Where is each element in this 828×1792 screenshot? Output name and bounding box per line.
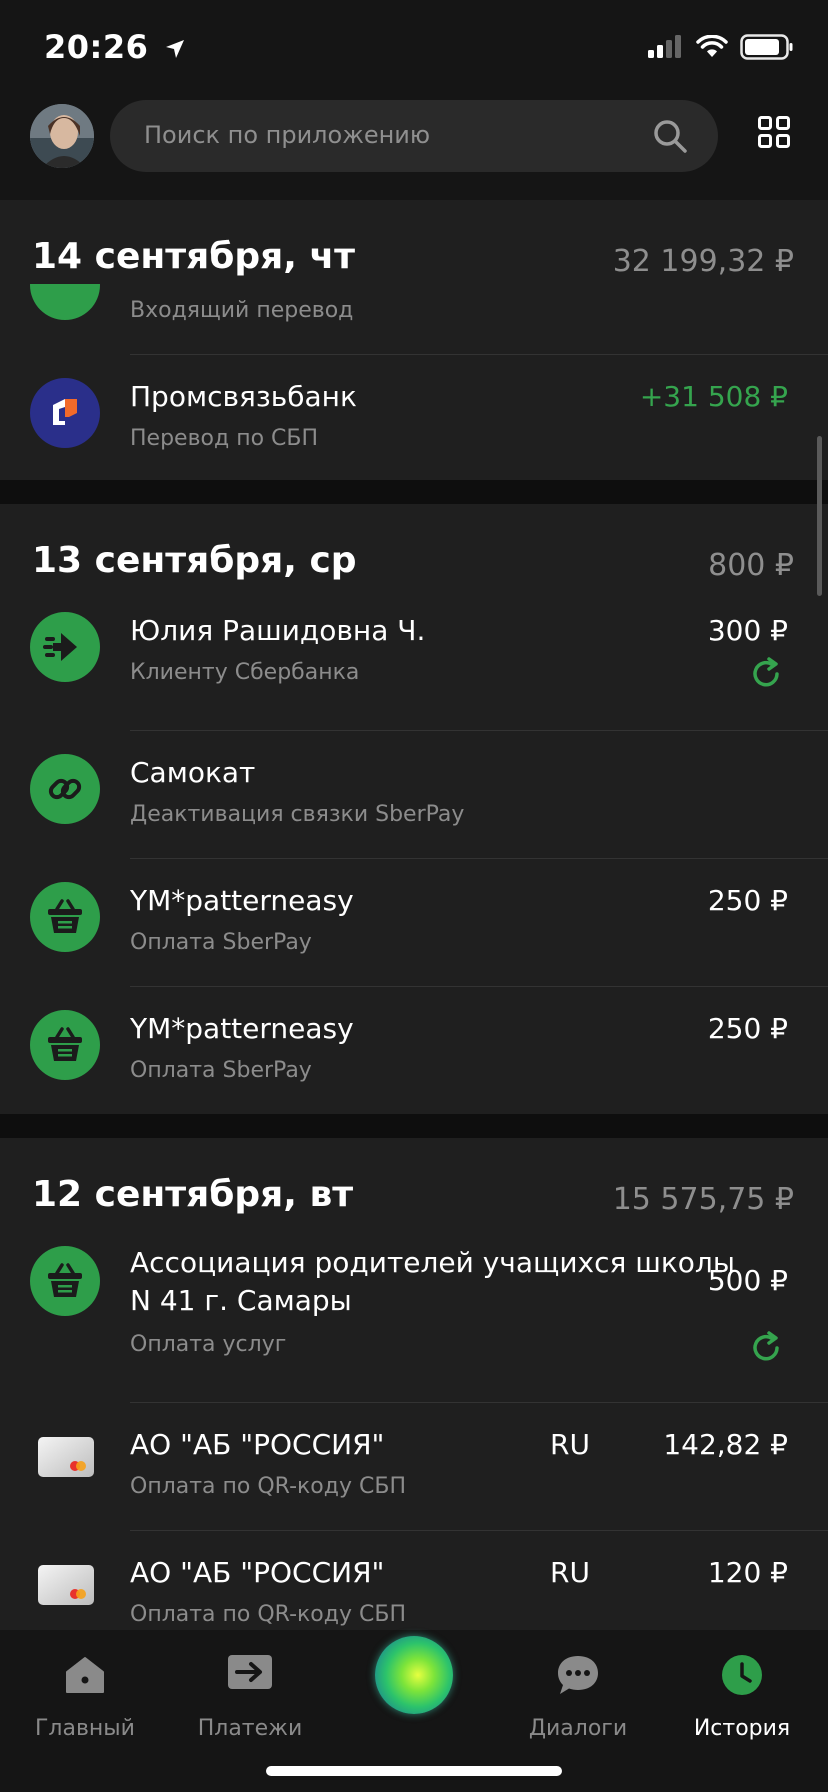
group-date: 12 сентября, вт xyxy=(32,1174,354,1215)
transaction-subtitle: Оплата по QR-коду СБП xyxy=(130,1602,406,1627)
transaction-row[interactable]: YM*patterneasy Оплата SberPay 250 ₽ xyxy=(0,986,828,1114)
transaction-amount: +31 508 ₽ xyxy=(639,380,788,413)
repeat-payment-icon[interactable] xyxy=(748,1330,784,1366)
transaction-row[interactable]: АО "АБ "РОССИЯ" RU Оплата по QR-коду СБП… xyxy=(0,1530,828,1630)
transaction-row[interactable]: Ассоциация родителей учащихся школы N 41… xyxy=(0,1236,828,1396)
transaction-amount: 500 ₽ xyxy=(707,1264,788,1297)
divider xyxy=(130,1402,828,1403)
transaction-amount: 250 ₽ xyxy=(707,884,788,917)
battery-icon xyxy=(740,34,793,60)
basket-icon xyxy=(30,1246,100,1316)
transaction-title: Юлия Рашидовна Ч. xyxy=(130,614,426,647)
repeat-payment-icon[interactable] xyxy=(748,656,784,692)
search-icon[interactable] xyxy=(652,118,688,154)
transaction-row[interactable]: Самокат Деактивация связки SberPay xyxy=(0,730,828,858)
transfer-arrow-icon xyxy=(30,612,100,682)
transaction-title: YM*patterneasy xyxy=(130,1012,354,1045)
tab-label: Главный xyxy=(35,1716,135,1741)
transaction-amount: 142,82 ₽ xyxy=(663,1428,788,1461)
search-input[interactable]: Поиск по приложению xyxy=(110,100,718,172)
country-code: RU xyxy=(550,1428,590,1461)
date-group: 13 сентября, ср 800 ₽ Юлия Рашидовна Ч. … xyxy=(0,504,828,1114)
cellular-signal-icon xyxy=(648,35,681,58)
group-date: 13 сентября, ср xyxy=(32,540,357,581)
transaction-subtitle: Входящий перевод xyxy=(130,298,354,323)
transaction-subtitle: Оплата SberPay xyxy=(130,930,312,955)
country-code: RU xyxy=(550,1556,590,1589)
link-icon xyxy=(30,754,100,824)
tab-home[interactable]: Главный xyxy=(10,1642,160,1752)
grid-menu-icon[interactable] xyxy=(758,116,790,148)
payments-icon xyxy=(228,1655,272,1689)
group-total: 32 199,32 ₽ xyxy=(612,244,794,279)
group-date: 14 сентября, чт xyxy=(32,236,356,277)
transaction-title: Промсвязьбанк xyxy=(130,380,357,413)
transaction-title: АО "АБ "РОССИЯ" xyxy=(130,1556,385,1589)
divider xyxy=(130,730,828,731)
bottom-tab-bar: Главный Платежи Диалоги История xyxy=(0,1630,828,1792)
search-placeholder: Поиск по приложению xyxy=(144,121,431,149)
transaction-amount: 300 ₽ xyxy=(707,614,788,647)
transaction-row[interactable]: Промсвязьбанк Перевод по СБП +31 508 ₽ xyxy=(0,354,828,482)
transaction-row[interactable]: YM*patterneasy Оплата SberPay 250 ₽ xyxy=(0,858,828,986)
wifi-icon xyxy=(696,35,728,57)
group-total: 15 575,75 ₽ xyxy=(612,1182,794,1217)
chat-icon xyxy=(558,1656,598,1694)
transaction-amount: 250 ₽ xyxy=(707,1012,788,1045)
transaction-title: Самокат xyxy=(130,756,256,789)
avatar[interactable] xyxy=(30,104,94,168)
assistant-orb-button[interactable] xyxy=(375,1636,453,1714)
basket-icon xyxy=(30,1010,100,1080)
transaction-row[interactable]: АО "АБ "РОССИЯ" RU Оплата по QR-коду СБП… xyxy=(0,1402,828,1530)
transaction-subtitle: Клиенту Сбербанка xyxy=(130,660,360,685)
psb-logo-icon xyxy=(30,378,100,448)
transaction-title: АО "АБ "РОССИЯ" xyxy=(130,1428,385,1461)
transaction-subtitle: Деактивация связки SberPay xyxy=(130,802,465,827)
transaction-row[interactable]: Юлия Рашидовна Ч. Клиенту Сбербанка 300 … xyxy=(0,602,828,730)
tab-payments[interactable]: Платежи xyxy=(175,1642,325,1752)
tab-dialogs[interactable]: Диалоги xyxy=(503,1642,653,1752)
clock-icon xyxy=(722,1655,762,1695)
transaction-subtitle: Оплата по QR-коду СБП xyxy=(130,1474,406,1499)
transaction-title: YM*patterneasy xyxy=(130,884,354,917)
divider xyxy=(130,354,828,355)
basket-icon xyxy=(30,882,100,952)
group-total: 800 ₽ xyxy=(708,548,794,583)
transaction-subtitle: Перевод по СБП xyxy=(130,426,319,451)
home-icon xyxy=(66,1657,104,1693)
transaction-row[interactable]: Входящий перевод xyxy=(0,250,828,354)
history-list[interactable]: 14 сентября, чт 32 199,32 ₽ Входящий пер… xyxy=(0,200,828,1630)
transaction-title-line2: N 41 г. Самары xyxy=(130,1284,352,1317)
date-group: 12 сентября, вт 15 575,75 ₽ Ассоциация р… xyxy=(0,1138,828,1630)
divider xyxy=(130,986,828,987)
transaction-title: Ассоциация родителей учащихся школы xyxy=(130,1246,735,1279)
tab-history[interactable]: История xyxy=(667,1642,817,1752)
transaction-subtitle: Оплата SberPay xyxy=(130,1058,312,1083)
status-bar: 20:26 xyxy=(0,0,828,94)
transaction-subtitle: Оплата услуг xyxy=(130,1332,287,1357)
scrollbar[interactable] xyxy=(817,436,822,596)
top-header: Поиск по приложению xyxy=(0,94,828,200)
divider xyxy=(130,1530,828,1531)
date-group: 14 сентября, чт 32 199,32 ₽ Входящий пер… xyxy=(0,200,828,480)
card-icon xyxy=(36,1564,96,1606)
tab-label: Платежи xyxy=(197,1716,303,1741)
status-time: 20:26 xyxy=(44,28,186,66)
transaction-amount: 120 ₽ xyxy=(707,1556,788,1589)
card-icon xyxy=(36,1436,96,1478)
tab-label: Диалоги xyxy=(528,1716,628,1741)
tab-label: История xyxy=(693,1716,791,1741)
divider xyxy=(130,858,828,859)
home-indicator[interactable] xyxy=(266,1766,562,1776)
location-arrow-icon xyxy=(166,40,184,58)
